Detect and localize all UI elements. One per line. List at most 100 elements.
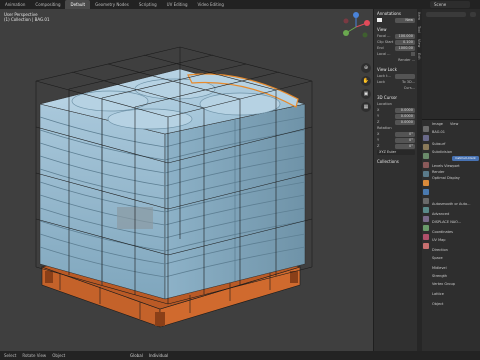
midlevel-label: Midlevel	[432, 266, 447, 270]
location-label: Location	[377, 102, 392, 106]
annotation-swatch[interactable]	[377, 18, 382, 22]
properties-tabs	[422, 126, 430, 249]
tab-uv-editing[interactable]: UV Editing	[162, 0, 193, 9]
strength-label: Strength	[432, 274, 448, 278]
view-layer-icon[interactable]	[423, 153, 429, 159]
viewport-header-tools: Global Individual	[130, 351, 250, 360]
filter-icon[interactable]	[470, 12, 476, 17]
bag-stack	[39, 68, 306, 300]
data-icon[interactable]	[423, 225, 429, 231]
advanced-section[interactable]: Advanced	[432, 212, 449, 216]
tab-view[interactable]: View	[417, 36, 421, 50]
image-label: Image	[432, 122, 443, 126]
modifier-wrench-icon[interactable]	[423, 189, 429, 195]
cursor-x-label: X	[377, 108, 380, 112]
output-icon[interactable]	[423, 144, 429, 150]
status-select: Select	[4, 353, 17, 358]
tab-compositing[interactable]: Compositing	[30, 0, 65, 9]
constraints-icon[interactable]	[423, 216, 429, 222]
status-object: Object	[52, 353, 66, 358]
tab-geometry-nodes[interactable]: Geometry Nodes	[90, 0, 134, 9]
workspace-tabs: Animation Compositing Default Geometry N…	[0, 0, 480, 9]
scene-render	[35, 46, 313, 328]
cursor-x-field[interactable]: 0.0000	[395, 107, 415, 113]
catmull-clark-button[interactable]: Catmull-Clark	[452, 156, 479, 161]
local-camera-checkbox[interactable]	[411, 52, 415, 56]
lattice-object-label: Object	[432, 302, 444, 306]
rot-x-field[interactable]: 0°	[395, 131, 415, 137]
tool-icon[interactable]	[423, 126, 429, 132]
cursor-y-label: Y	[377, 114, 380, 118]
space-label: Space	[432, 256, 443, 260]
to-3d-cursor-label[interactable]: To 3D...	[402, 80, 415, 84]
render-region-label[interactable]: Render ...	[398, 58, 415, 62]
cursor-z-label: Z	[377, 120, 380, 124]
tab-edit[interactable]: Edit	[417, 50, 421, 63]
camera-icon[interactable]: ▣	[361, 89, 371, 99]
optimal-display-label: Optimal Display	[432, 176, 460, 180]
levels-viewport-label: Levels Viewport	[432, 164, 460, 168]
texture-icon[interactable]	[423, 243, 429, 249]
local-camera-label: Local ...	[377, 52, 391, 56]
rot-x-label: X	[377, 132, 380, 136]
tab-default[interactable]: Default	[65, 0, 91, 9]
tab-video-editing[interactable]: Video Editing	[193, 0, 229, 9]
coordinates-label: Coordinates	[432, 230, 454, 234]
pan-icon[interactable]: ✋	[361, 76, 371, 86]
rot-z-label: Z	[377, 144, 380, 148]
rot-y-label: Y	[377, 138, 380, 142]
object-icon[interactable]	[423, 180, 429, 186]
physics-icon[interactable]	[423, 207, 429, 213]
displace-modifier[interactable]: DISPLACE NAO...	[432, 220, 461, 224]
lock-to-object-label: Lock t...	[377, 74, 391, 78]
transform-orientation-dropdown[interactable]: Global	[130, 353, 143, 358]
rot-y-field[interactable]: 0°	[395, 137, 415, 143]
direction-label: Direction	[432, 248, 448, 252]
uv-map-label: UV Map	[432, 238, 446, 242]
sidebar-n-panel: Annotations New View Focal ... 100.000 Cl…	[373, 9, 418, 351]
object-name: BAG.01	[432, 130, 446, 134]
cursor-y-field[interactable]: 0.0000	[395, 113, 415, 119]
focal-label: Focal ...	[377, 34, 391, 38]
3d-viewport[interactable]: User Perspective (1) Collection | BAG.01	[0, 9, 375, 351]
lock-label: Lock	[377, 80, 385, 84]
clip-start-label: Clip Start	[377, 40, 394, 44]
material-icon[interactable]	[423, 234, 429, 240]
viewport-nav-buttons: ⊕ ✋ ▣ ▦	[361, 63, 371, 112]
scene-icon[interactable]	[423, 162, 429, 168]
clip-end-label: End	[377, 46, 384, 50]
zoom-icon[interactable]: ⊕	[361, 63, 371, 73]
collections-header[interactable]: Collections	[377, 159, 415, 165]
render-icon[interactable]	[423, 135, 429, 141]
grid-icon[interactable]: ▦	[361, 102, 371, 112]
rotation-mode-dropdown[interactable]: XYZ Euler	[377, 150, 415, 155]
clip-end-field[interactable]: 1000.00	[395, 45, 415, 51]
clip-start-field[interactable]: 0.100	[395, 39, 415, 45]
new-annotation-button[interactable]: New	[395, 17, 415, 23]
tab-animation[interactable]: Animation	[0, 0, 30, 9]
tab-item[interactable]: Item	[417, 9, 421, 23]
subsurf-label: Subsurf	[432, 142, 446, 146]
rotation-label: Rotation	[377, 126, 392, 130]
outliner-search-input[interactable]	[426, 12, 466, 17]
focal-field[interactable]: 100.000	[395, 33, 415, 39]
tab-tool[interactable]: Tool	[417, 23, 421, 36]
outliner-panel[interactable]	[422, 9, 480, 119]
cursor-z-field[interactable]: 0.0000	[395, 119, 415, 125]
autosmooth-modifier[interactable]: Autosmooth or Auto...	[432, 202, 470, 206]
lock-object-field[interactable]	[395, 73, 415, 79]
world-icon[interactable]	[423, 171, 429, 177]
navigation-gizmo[interactable]	[340, 11, 372, 43]
particles-icon[interactable]	[423, 198, 429, 204]
subdivision-label: Subdivision	[432, 150, 453, 154]
properties-editor: Image View BAG.01 Subsurf Subdivision Ca…	[422, 119, 480, 352]
camera-to-view-label[interactable]: Curs...	[404, 86, 415, 90]
render-levels-label: Render	[432, 170, 445, 174]
pivot-dropdown[interactable]: Individual	[149, 353, 168, 358]
view-label: View	[450, 122, 459, 126]
lattice-modifier[interactable]: Lattice	[432, 292, 444, 296]
rot-z-field[interactable]: 0°	[395, 143, 415, 149]
status-rotate-view: Rotate View	[22, 353, 47, 358]
scene-selector[interactable]: Scene	[430, 1, 470, 8]
tab-scripting[interactable]: Scripting	[134, 0, 162, 9]
